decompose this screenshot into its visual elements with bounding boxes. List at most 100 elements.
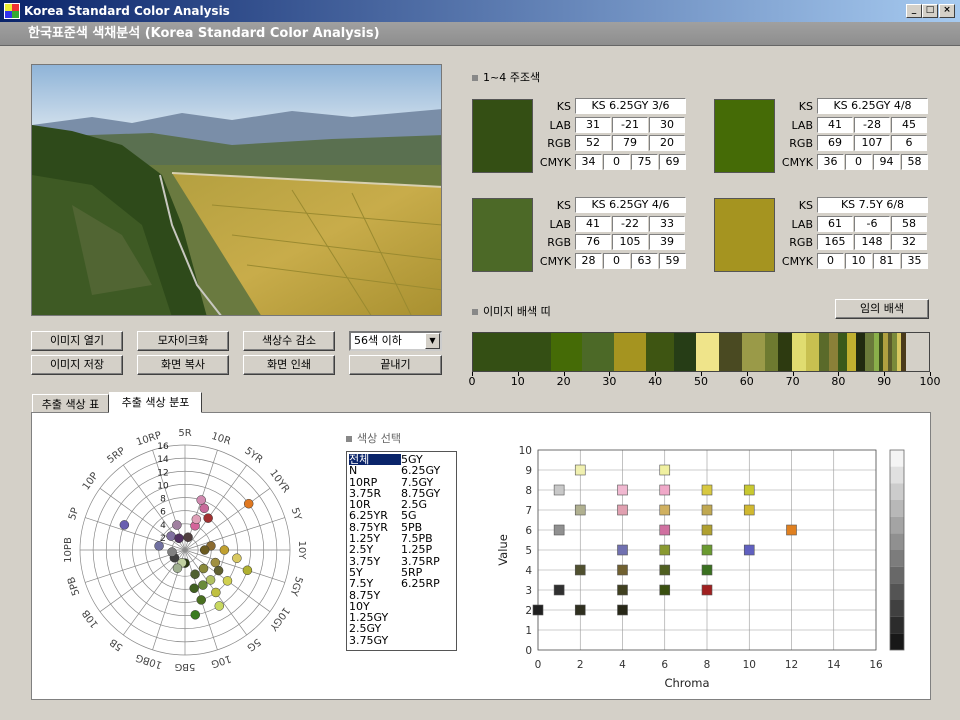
palette-segment — [741, 333, 765, 371]
tab-color-distribution[interactable]: 추출 색상 분포 — [109, 392, 202, 413]
chroma-ring-label: 8 — [160, 495, 166, 505]
chroma-ring-label: 4 — [160, 521, 166, 531]
polar-point — [222, 576, 233, 586]
copy-screen-button[interactable]: 화면 복사 — [137, 355, 229, 375]
hue-list-item[interactable]: 7.5Y — [349, 578, 401, 590]
scatter-point — [617, 604, 628, 616]
print-screen-button[interactable]: 화면 인쇄 — [243, 355, 335, 375]
palette-segment — [614, 333, 647, 371]
palette-segment — [696, 333, 720, 371]
window-title-bar[interactable]: Korea Standard Color Analysis — [0, 0, 960, 22]
hue-label: 5GY — [287, 575, 304, 598]
cmyk-value: 69 — [659, 153, 686, 170]
reduce-colors-button[interactable]: 색상수 감소 — [243, 331, 335, 351]
polar-point — [242, 565, 253, 576]
hue-label: 10YR — [267, 468, 291, 495]
ks-value: KS 6.25GY 4/6 — [575, 197, 686, 213]
y-tick-label: 0 — [525, 645, 532, 657]
cmyk-value: 0 — [603, 153, 630, 170]
color-swatch — [472, 198, 533, 272]
window-title: Korea Standard Color Analysis — [24, 4, 230, 18]
chroma-ring-label: 10 — [157, 481, 169, 491]
polar-point — [167, 547, 177, 557]
polar-point — [172, 520, 182, 530]
row-label: CMYK — [781, 254, 813, 268]
rgb-value: 105 — [612, 234, 648, 250]
open-image-button[interactable]: 이미지 열기 — [31, 331, 123, 351]
lab-value: -21 — [612, 116, 648, 133]
palette-segment — [819, 333, 829, 371]
rgb-value: 39 — [649, 234, 685, 250]
hue-label: 5YR — [242, 446, 264, 466]
chevron-down-icon[interactable]: ▼ — [425, 333, 440, 349]
cmyk-value: 0 — [845, 153, 872, 170]
rgb-value: 76 — [575, 234, 611, 250]
polar-point — [166, 531, 176, 541]
polar-point — [174, 533, 184, 544]
color-count-select[interactable]: 56색 이하 ▼ — [349, 331, 442, 351]
y-tick-label: 1 — [525, 625, 532, 637]
scatter-point — [659, 484, 671, 496]
exit-button[interactable]: 끝내기 — [349, 355, 442, 375]
polar-point — [199, 545, 210, 555]
maximize-button[interactable]: □ — [922, 4, 938, 18]
value-chroma-chart: 0123456789100 2 4 6 8 10 12 14 16ChromaValue — [496, 445, 905, 690]
row-label: KS — [798, 199, 813, 212]
color-count-value: 56색 이하 — [354, 334, 402, 347]
scatter-point — [553, 584, 565, 596]
hue-list-item[interactable]: 1.25P — [401, 544, 453, 556]
scatter-point — [617, 504, 628, 516]
chroma-ring-label: 16 — [157, 442, 169, 452]
rgb-value: 69 — [817, 135, 853, 151]
row-label: LAB — [791, 217, 813, 231]
random-palette-button[interactable]: 임의 배색 — [835, 299, 929, 319]
lab-value: -22 — [612, 215, 648, 232]
source-image — [31, 64, 442, 316]
hue-list-item[interactable]: 6.25RP — [401, 578, 453, 590]
hue-list-item[interactable]: N — [349, 465, 401, 477]
mosaic-button[interactable]: 모자이크화 — [137, 331, 229, 351]
scatter-point — [574, 464, 586, 476]
scatter-point — [659, 524, 671, 536]
y-tick-label: 5 — [525, 545, 532, 557]
main-colors-heading: 1~4 주조색 — [472, 69, 540, 85]
hue-list-item[interactable]: 2.5Y — [349, 544, 401, 556]
row-label: RGB — [789, 137, 813, 150]
polar-point — [172, 563, 183, 573]
cmyk-value: 63 — [631, 252, 658, 269]
scatter-point — [701, 584, 713, 596]
hue-label: 5R — [178, 428, 191, 439]
scatter-point — [743, 484, 755, 496]
value-scale-step — [890, 600, 904, 617]
hue-list-item[interactable]: 3.75GY — [349, 634, 401, 646]
ks-value: KS 6.25GY 4/8 — [817, 98, 928, 114]
save-image-button[interactable]: 이미지 저장 — [31, 355, 123, 375]
palette-tick-label: 100 — [919, 375, 941, 388]
minimize-button[interactable]: _ — [906, 4, 922, 18]
hue-list-item[interactable]: 6.25GY — [401, 465, 453, 477]
scatter-point — [701, 524, 713, 536]
polar-point — [190, 610, 201, 620]
value-scale-step — [890, 466, 904, 484]
hue-label: 5P — [67, 506, 81, 521]
ks-value: KS 6.25GY 3/6 — [575, 98, 686, 114]
hue-label: 5Y — [289, 506, 304, 522]
tab-color-table[interactable]: 추출 색상 표 — [32, 394, 109, 413]
row-label: CMYK — [539, 254, 571, 268]
hue-label: 10GY — [267, 605, 292, 633]
y-tick-label: 2 — [525, 605, 532, 617]
chroma-ring-label: 6 — [160, 508, 166, 518]
palette-segment — [828, 333, 838, 371]
hue-label: 5PB — [66, 575, 82, 597]
x-axis-label: Chroma — [664, 676, 709, 690]
ks-value: KS 7.5Y 6/8 — [817, 197, 928, 213]
cmyk-value: 75 — [631, 153, 658, 170]
value-scale-step — [890, 550, 904, 567]
value-scale-step — [890, 450, 904, 467]
x-tick-label: 2 — [577, 659, 584, 671]
row-label: RGB — [789, 236, 813, 249]
close-button[interactable]: × — [939, 4, 955, 18]
hue-list[interactable]: 전체 N 10RP 3.75R 10R 6.25YR 8.75YR 1.25Y 2.5Y 3.75… — [346, 451, 457, 651]
palette-tick-label: 70 — [785, 375, 800, 388]
scatter-point — [659, 564, 671, 576]
